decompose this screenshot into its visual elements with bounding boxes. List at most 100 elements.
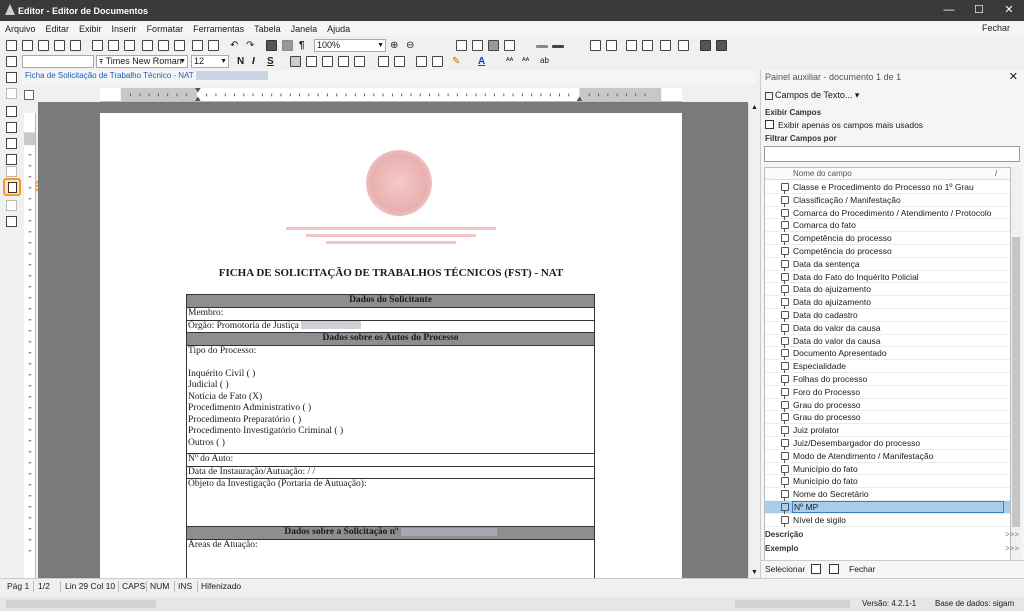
fields-list[interactable]: Nome do campo / Classe e Procedimento do…: [764, 167, 1011, 575]
document-workspace[interactable]: FICHA DE SOLICITAÇÃO DE TRABALHOS TÉCNIC…: [38, 102, 748, 578]
font-color-icon[interactable]: A: [478, 56, 485, 67]
formatting-marks-toggle-icon[interactable]: [282, 40, 293, 51]
field-row[interactable]: Classe e Procedimento do Processo no 1º …: [765, 181, 1010, 194]
field-row[interactable]: Especialidade: [765, 360, 1010, 374]
table-borders-icon[interactable]: [472, 40, 483, 51]
align-center-icon[interactable]: [306, 56, 317, 67]
horizontal-ruler[interactable]: [100, 88, 682, 102]
membro-cell[interactable]: Membro:: [186, 307, 595, 321]
copy-icon[interactable]: [158, 40, 169, 51]
table-line-thick-icon[interactable]: [552, 45, 564, 48]
menu-formatar[interactable]: Formatar: [142, 24, 189, 34]
scroll-up-icon[interactable]: ▲: [751, 104, 758, 111]
close-document-button[interactable]: Fechar: [982, 23, 1010, 33]
grow-font-icon[interactable]: ᴬᴬ: [506, 56, 513, 65]
table-properties-icon[interactable]: [700, 40, 711, 51]
align-right-icon[interactable]: [322, 56, 333, 67]
field-row[interactable]: Documento Apresentado: [765, 347, 1010, 361]
undo-icon[interactable]: ↶: [230, 40, 238, 51]
menu-janela[interactable]: Janela: [286, 24, 323, 34]
cut-icon[interactable]: [142, 40, 153, 51]
field-row[interactable]: Município do fato: [765, 475, 1010, 489]
field-row[interactable]: Data do valor da causa: [765, 322, 1010, 335]
split-cells-icon[interactable]: [606, 40, 617, 51]
vertical-ruler[interactable]: [24, 113, 36, 578]
auxiliary-panel-toggle-button[interactable]: [3, 178, 21, 196]
insert-column-icon[interactable]: [626, 40, 637, 51]
field-properties-icon[interactable]: [829, 564, 839, 574]
merge-cells-icon[interactable]: [590, 40, 601, 51]
increase-indent-icon[interactable]: [432, 56, 443, 67]
disabled-tool-icon[interactable]: [6, 166, 17, 177]
pilcrow-icon[interactable]: ¶: [299, 40, 305, 51]
highlight-color-icon[interactable]: ✎: [452, 56, 460, 67]
field-row[interactable]: Modo de Atendimento / Manifestação: [765, 450, 1010, 463]
redo-icon[interactable]: ↷: [246, 40, 254, 51]
field-row[interactable]: Juiz prolator: [765, 424, 1010, 438]
areas-cell[interactable]: Áreas de Atuação:: [186, 539, 595, 578]
numbered-list-icon[interactable]: [394, 56, 405, 67]
select-button[interactable]: Selecionar: [765, 564, 805, 574]
font-family-select[interactable]: Ŧ Times New Roman ▼: [96, 55, 188, 68]
example-section-toggle[interactable]: Exemplo >>>: [765, 544, 1019, 555]
menu-inserir[interactable]: Inserir: [107, 24, 142, 34]
ruler-tab-selector[interactable]: [24, 90, 34, 100]
field-row[interactable]: Nº MP: [765, 501, 1010, 514]
field-row[interactable]: Comarca do fato: [765, 219, 1010, 233]
field-row[interactable]: Data do ajuizamento: [765, 283, 1010, 297]
menu-arquivo[interactable]: Arquivo: [0, 24, 41, 34]
delete-column-icon[interactable]: [642, 40, 653, 51]
insert-field-icon[interactable]: [811, 564, 821, 574]
scroll-down-icon[interactable]: ▼: [751, 569, 758, 576]
field-row[interactable]: Competência do processo: [765, 245, 1010, 258]
field-row[interactable]: Data da sentença: [765, 258, 1010, 271]
num-auto-cell[interactable]: Nº do Auto:: [186, 453, 595, 467]
save-icon[interactable]: [38, 40, 49, 51]
table-insert-row-icon[interactable]: [488, 40, 499, 51]
print-preview-icon[interactable]: [108, 40, 119, 51]
align-cell-top-icon[interactable]: [660, 40, 671, 51]
menu-ajuda[interactable]: Ajuda: [322, 24, 355, 34]
justify-icon[interactable]: [338, 56, 349, 67]
sort-icon[interactable]: /: [995, 169, 997, 178]
field-row[interactable]: Competência do processo: [765, 232, 1010, 246]
minimize-button[interactable]: —: [934, 0, 964, 21]
search-document-icon[interactable]: [6, 200, 17, 211]
print-merge-icon[interactable]: [6, 122, 17, 133]
field-row[interactable]: Data do ajuizamento: [765, 296, 1010, 310]
field-row[interactable]: Data do valor da causa: [765, 335, 1010, 348]
insert-table-icon[interactable]: [266, 40, 277, 51]
style-icon[interactable]: [6, 56, 17, 67]
close-window-button[interactable]: ✕: [994, 0, 1024, 21]
field-row[interactable]: Foro do Processo: [765, 386, 1010, 399]
spellcheck-icon[interactable]: [124, 40, 135, 51]
objeto-cell[interactable]: Objeto da Investigação (Portaria de Autu…: [186, 478, 595, 527]
panel-fechar-button[interactable]: Fechar: [849, 564, 875, 574]
bold-button[interactable]: N: [237, 56, 244, 67]
field-row[interactable]: Folhas do processo: [765, 373, 1010, 386]
clone-formatting-icon[interactable]: [192, 40, 203, 51]
field-row[interactable]: Nível de sigilo: [765, 514, 1010, 527]
table-autoformat-icon[interactable]: [716, 40, 727, 51]
print-icon[interactable]: [92, 40, 103, 51]
document-scrollbar[interactable]: ▲ ▼: [748, 102, 759, 578]
tipo-processo-cell[interactable]: Tipo do Processo: Inquérito Civil ( ) Ju…: [186, 345, 595, 454]
superscript-icon[interactable]: ab: [540, 56, 549, 65]
field-row[interactable]: Município do fato: [765, 463, 1010, 476]
text-fields-dropdown-button[interactable]: Campos de Texto... ▾: [765, 90, 859, 101]
data-instauracao-cell[interactable]: Data de Instauração/Autuação: / /: [186, 465, 595, 479]
field-row[interactable]: Data do cadastro: [765, 309, 1010, 322]
open-icon[interactable]: [22, 40, 33, 51]
most-used-fields-checkbox[interactable]: [765, 120, 774, 129]
line-spacing-icon[interactable]: [354, 56, 365, 67]
paste-icon[interactable]: [174, 40, 185, 51]
panel-close-button[interactable]: ✕: [1009, 70, 1018, 83]
italic-button[interactable]: I: [252, 56, 255, 67]
new-document-icon[interactable]: [6, 40, 17, 51]
field-row[interactable]: Comarca do Procedimento / Atendimento / …: [765, 207, 1010, 220]
menu-editar[interactable]: Editar: [41, 24, 75, 34]
zoom-out-icon[interactable]: ⊖: [406, 40, 414, 51]
comment-icon[interactable]: [6, 88, 17, 99]
paint-format-icon[interactable]: [6, 216, 17, 227]
field-row[interactable]: Data do Fato do Inquérito Policial: [765, 271, 1010, 284]
